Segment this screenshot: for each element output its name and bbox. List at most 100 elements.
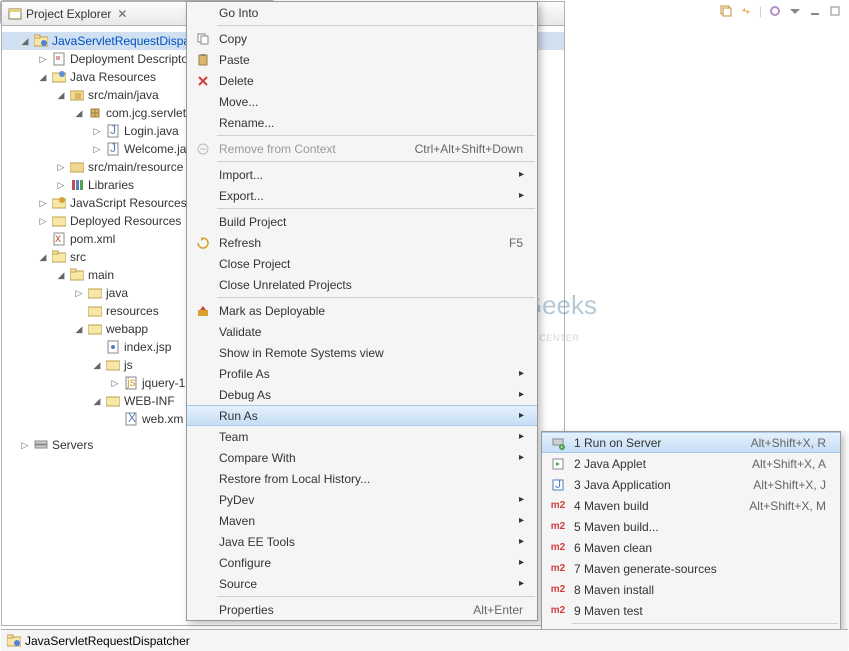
expander-icon[interactable]: ◢ <box>92 396 102 407</box>
submenu-run-on-server[interactable]: 1 Run on ServerAlt+Shift+X, R <box>542 432 840 453</box>
menu-delete[interactable]: Delete <box>187 70 537 91</box>
navigator-icon <box>8 7 22 21</box>
menu-copy[interactable]: Copy <box>187 28 537 49</box>
expander-icon[interactable]: ▷ <box>38 216 48 227</box>
tree-label: index.jsp <box>124 340 171 354</box>
expander-icon[interactable]: ◢ <box>74 108 84 119</box>
tree-label: Deployed Resources <box>70 214 181 228</box>
tree-label: web.xm <box>142 412 183 426</box>
copy-icon <box>191 32 215 46</box>
menu-compare-with[interactable]: Compare With▸ <box>187 447 537 468</box>
tree-label: Deployment Descripto <box>70 52 188 66</box>
menu-refresh[interactable]: RefreshF5 <box>187 232 537 253</box>
menu-separator <box>217 596 535 597</box>
tree-label: WEB-INF <box>124 394 175 408</box>
menu-export[interactable]: Export...▸ <box>187 185 537 206</box>
menu-run-as[interactable]: Run As▸ <box>187 405 537 426</box>
menu-debug-as[interactable]: Debug As▸ <box>187 384 537 405</box>
expander-icon[interactable]: ▷ <box>38 54 48 65</box>
minimize-icon[interactable] <box>807 3 823 19</box>
menu-separator <box>572 623 838 624</box>
status-project-name: JavaServletRequestDispatcher <box>25 634 190 648</box>
tab-close-icon[interactable]: ✕ <box>117 7 127 21</box>
submenu-maven-build-dots[interactable]: m25 Maven build... <box>542 516 840 537</box>
svg-text:js: js <box>126 376 136 389</box>
expander-icon[interactable]: ◢ <box>92 360 102 371</box>
menu-properties[interactable]: PropertiesAlt+Enter <box>187 599 537 620</box>
menu-validate[interactable]: Validate <box>187 321 537 342</box>
expander-icon[interactable]: ▷ <box>92 144 102 155</box>
menu-go-into[interactable]: Go Into <box>187 2 537 23</box>
submenu-maven-generate[interactable]: m27 Maven generate-sources <box>542 558 840 579</box>
maven-icon: m2 <box>546 542 570 553</box>
tree-label: Java Resources <box>70 70 156 84</box>
menu-show-remote[interactable]: Show in Remote Systems view <box>187 342 537 363</box>
menu-maven[interactable]: Maven▸ <box>187 510 537 531</box>
menu-restore-history[interactable]: Restore from Local History... <box>187 468 537 489</box>
expander-icon[interactable]: ▷ <box>74 288 84 299</box>
run-server-icon <box>546 436 570 450</box>
expander-icon[interactable]: ▷ <box>38 198 48 209</box>
tree-label: webapp <box>106 322 148 336</box>
menu-build-project[interactable]: Build Project <box>187 211 537 232</box>
deployable-icon <box>191 304 215 318</box>
menu-team[interactable]: Team▸ <box>187 426 537 447</box>
tree-label: Login.java <box>124 124 179 138</box>
view-menu-icon[interactable] <box>787 3 803 19</box>
menu-import[interactable]: Import...▸ <box>187 164 537 185</box>
paste-icon <box>191 53 215 67</box>
project-icon <box>7 634 21 648</box>
java-applet-icon <box>546 457 570 471</box>
menu-close-unrelated[interactable]: Close Unrelated Projects <box>187 274 537 295</box>
submenu-java-applet[interactable]: 2 Java AppletAlt+Shift+X, A <box>542 453 840 474</box>
expander-icon[interactable]: ◢ <box>38 252 48 263</box>
expander-icon[interactable]: ◢ <box>56 90 66 101</box>
descriptor-icon <box>51 51 67 67</box>
expander-icon[interactable]: ▷ <box>56 180 66 191</box>
menu-move[interactable]: Move... <box>187 91 537 112</box>
project-icon <box>33 33 49 49</box>
menu-source[interactable]: Source▸ <box>187 573 537 594</box>
tree-label: main <box>88 268 114 282</box>
expander-icon[interactable]: ▷ <box>20 440 30 451</box>
menu-close-project[interactable]: Close Project <box>187 253 537 274</box>
libraries-icon <box>69 177 85 193</box>
refresh-icon <box>191 236 215 250</box>
remove-context-icon <box>191 142 215 156</box>
submenu-maven-build[interactable]: m24 Maven buildAlt+Shift+X, M <box>542 495 840 516</box>
focus-task-icon[interactable] <box>767 3 783 19</box>
tree-label: jquery-1 <box>142 376 185 390</box>
maximize-icon[interactable] <box>827 3 843 19</box>
js-resources-icon <box>51 195 67 211</box>
folder-icon <box>105 357 121 373</box>
expander-icon[interactable]: ◢ <box>56 270 66 281</box>
tree-label: js <box>124 358 133 372</box>
maven-icon: m2 <box>546 584 570 595</box>
submenu-java-application[interactable]: J3 Java ApplicationAlt+Shift+X, J <box>542 474 840 495</box>
tree-label: src/main/resource <box>88 160 183 174</box>
folder-icon <box>51 249 67 265</box>
folder-icon <box>87 321 103 337</box>
menu-paste[interactable]: Paste <box>187 49 537 70</box>
package-folder-icon <box>69 159 85 175</box>
menu-java-ee-tools[interactable]: Java EE Tools▸ <box>187 531 537 552</box>
menu-separator <box>217 135 535 136</box>
link-editor-icon[interactable] <box>738 3 754 19</box>
menu-mark-deployable[interactable]: Mark as Deployable <box>187 300 537 321</box>
menu-pydev[interactable]: PyDev▸ <box>187 489 537 510</box>
tree-label: resources <box>106 304 159 318</box>
submenu-maven-clean[interactable]: m26 Maven clean <box>542 537 840 558</box>
expander-icon[interactable]: ▷ <box>92 126 102 137</box>
expander-icon[interactable]: ◢ <box>20 36 30 47</box>
expander-icon[interactable]: ▷ <box>56 162 66 173</box>
menu-rename[interactable]: Rename... <box>187 112 537 133</box>
submenu-maven-install[interactable]: m28 Maven install <box>542 579 840 600</box>
submenu-maven-test[interactable]: m29 Maven test <box>542 600 840 621</box>
menu-configure[interactable]: Configure▸ <box>187 552 537 573</box>
collapse-all-icon[interactable] <box>718 3 734 19</box>
menu-profile-as[interactable]: Profile As▸ <box>187 363 537 384</box>
folder-icon <box>105 393 121 409</box>
expander-icon[interactable]: ▷ <box>110 378 120 389</box>
expander-icon[interactable]: ◢ <box>38 72 48 83</box>
expander-icon[interactable]: ◢ <box>74 324 84 335</box>
